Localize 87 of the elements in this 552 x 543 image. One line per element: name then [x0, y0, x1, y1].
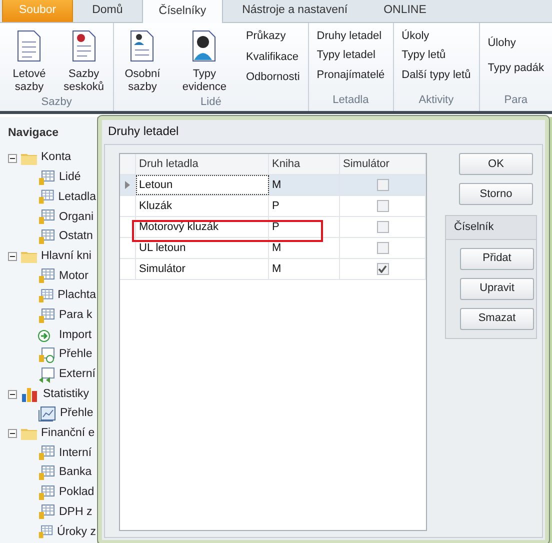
column-header[interactable]: Simulátor — [340, 154, 426, 174]
collapse-toggle[interactable] — [8, 252, 17, 262]
dialog-button[interactable]: Přidat — [460, 248, 534, 270]
table-row[interactable]: Letoun M — [120, 175, 426, 196]
table-row[interactable]: Kluzák P — [120, 196, 426, 217]
ribbon-button[interactable]: Typy padák — [488, 60, 544, 77]
dialog-button[interactable]: Upravit — [460, 278, 534, 300]
checkbox[interactable] — [376, 221, 388, 233]
ribbon-button[interactable]: Pronajímatelé — [316, 67, 385, 84]
document-icon — [16, 30, 42, 62]
table-cell: UL letoun — [136, 238, 269, 258]
tree-item[interactable]: Banka — [59, 464, 92, 482]
ribbon-button[interactable]: Průkazy — [246, 28, 300, 45]
tree-item[interactable]: Lidé — [59, 169, 81, 186]
ribbon-group-label: Lidé — [200, 95, 222, 110]
dialog-button[interactable]: Storno — [459, 183, 533, 205]
ribbon-group-label: Sazby — [40, 95, 73, 110]
ribbon-button[interactable]: Druhy letadel — [316, 28, 385, 44]
tree-item[interactable]: Přehle — [60, 405, 94, 423]
ribbon-button[interactable]: Typy letadel — [316, 47, 385, 64]
column-header[interactable]: Druh letadla — [136, 154, 269, 174]
tree-item[interactable]: Konta — [41, 149, 72, 167]
table-cell: M — [269, 259, 340, 279]
ribbon-button[interactable]: Osobní sazby — [120, 26, 165, 94]
tree-item[interactable]: Organi — [59, 208, 94, 226]
graph-icon — [38, 406, 56, 422]
checkbox[interactable] — [376, 200, 388, 212]
folder-icon — [21, 427, 37, 440]
tree-item[interactable]: Externí — [59, 366, 96, 384]
table-row[interactable]: Motorový kluzák P — [120, 217, 426, 238]
ribbon-group-label: Para — [503, 92, 528, 108]
folder-icon — [21, 250, 37, 264]
tree-item[interactable]: Přehle — [59, 346, 92, 364]
tree-item[interactable]: Plachta — [58, 287, 96, 305]
ribbon-button[interactable]: Úkoly — [402, 28, 471, 44]
pane-title: Navigace — [8, 126, 60, 141]
table-cell: M — [269, 175, 340, 195]
ribbon-button[interactable]: Typy letů — [402, 47, 471, 64]
document-icon — [191, 30, 218, 62]
tree-item[interactable]: Motor — [59, 268, 88, 285]
folder-icon — [21, 152, 37, 165]
tree-item[interactable]: Poklad — [59, 484, 94, 502]
column-header[interactable]: Kniha — [269, 154, 340, 174]
tree-item[interactable]: DPH z — [59, 504, 92, 522]
table-row[interactable]: Simulátor M — [120, 259, 426, 280]
table-cell: Simulátor — [136, 259, 269, 279]
checkbox[interactable] — [376, 263, 388, 275]
ribbon-tab[interactable]: Domů — [75, 0, 140, 22]
collapse-toggle[interactable] — [8, 154, 17, 163]
tree-item[interactable]: Statistiky — [43, 386, 90, 403]
checkbox[interactable] — [376, 242, 388, 254]
collapse-toggle[interactable] — [8, 390, 17, 399]
tree-item[interactable]: Finanční e — [41, 425, 95, 442]
tree-item[interactable]: Hlavní kni — [41, 248, 92, 266]
ribbon-group-label: Aktivity — [418, 92, 455, 108]
ribbon-tab[interactable]: Nástroje a nastavení — [225, 0, 365, 22]
ribbon-button[interactable]: Kvalifikace — [246, 48, 300, 66]
dialog-button[interactable]: Smazat — [460, 308, 534, 330]
tree-item[interactable]: Para k — [59, 306, 92, 324]
tree-item[interactable]: Interní — [59, 444, 92, 462]
ribbon-tab[interactable]: Číselníky — [142, 0, 224, 23]
table-cell: Kluzák — [136, 196, 269, 216]
table-row[interactable]: UL letoun M — [120, 238, 426, 259]
table-cell: P — [269, 196, 340, 216]
dialog-title: Druhy letadel — [107, 123, 180, 140]
tree-item[interactable]: Import — [59, 326, 92, 344]
ribbon-button[interactable]: Úlohy — [488, 34, 544, 52]
ribbon-button[interactable]: Odbornosti — [246, 69, 300, 86]
collapse-toggle[interactable] — [8, 429, 17, 438]
table-cell: Letoun — [136, 175, 269, 195]
ribbon-button[interactable]: Typy evidence — [172, 26, 236, 94]
document-icon — [70, 30, 97, 62]
tree-item[interactable]: Letadla — [58, 188, 96, 206]
ribbon-button[interactable]: Sazby seskoků — [60, 26, 108, 94]
checkbox[interactable] — [376, 179, 388, 191]
document-icon — [129, 30, 156, 62]
group-title: Číselník — [446, 216, 536, 240]
table-cell: Motorový kluzák — [136, 217, 269, 237]
bar-chart-icon — [21, 386, 39, 402]
ribbon-tab[interactable]: ONLINE — [366, 0, 444, 22]
ribbon-group-label: Letadla — [332, 92, 370, 108]
tree-item[interactable]: Úroky z — [57, 524, 96, 541]
ribbon-button[interactable]: Letové sazby — [6, 26, 53, 94]
row-pointer-icon — [125, 181, 130, 189]
tree-item[interactable]: Ostatn — [59, 228, 93, 246]
dialog-button[interactable]: OK — [459, 153, 533, 175]
ribbon-button[interactable]: Další typy letů — [402, 67, 471, 84]
